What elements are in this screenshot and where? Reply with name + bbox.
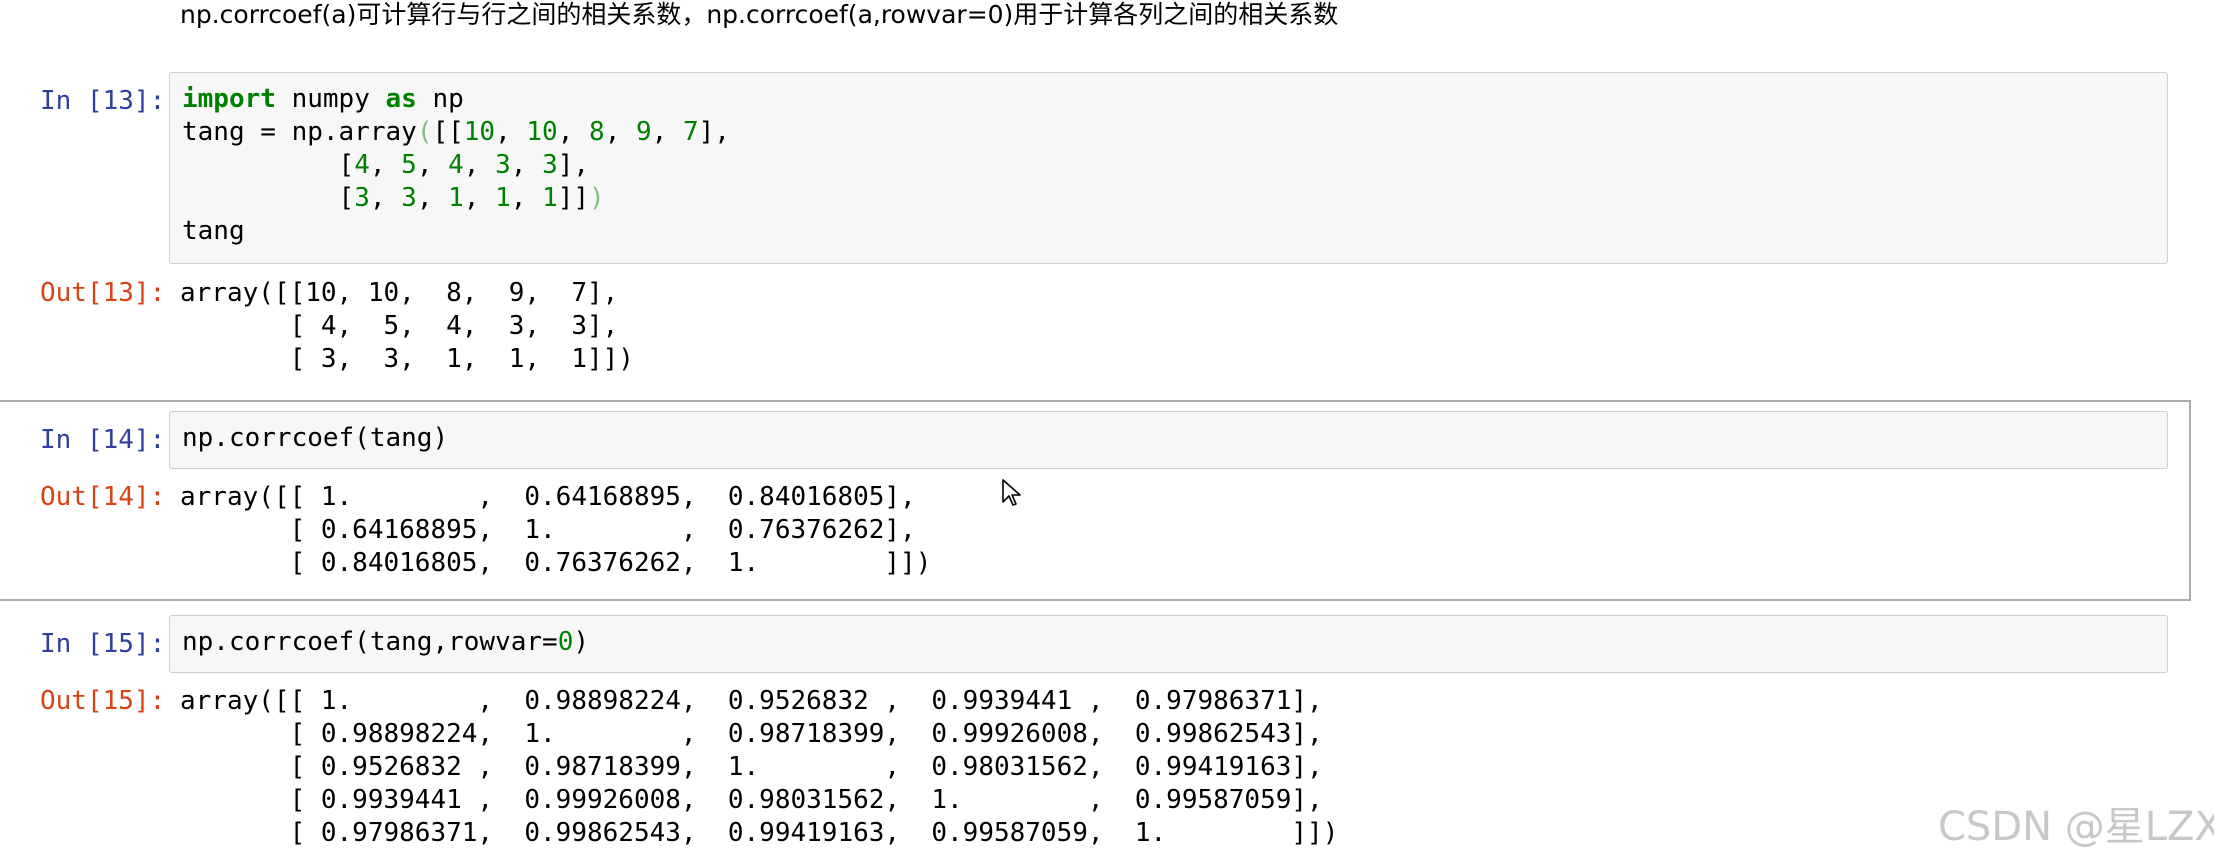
code-number: 1	[542, 183, 558, 213]
cell-15-input[interactable]: np.corrcoef(tang,rowvar=0)	[169, 615, 2168, 673]
cell-13-in-prompt: In [13]:	[40, 86, 166, 116]
output-line: array([[ 1. , 0.64168895, 0.84016805],	[180, 482, 916, 512]
code-number: 9	[636, 117, 652, 147]
code-number: 1	[448, 183, 464, 213]
code-text: tang = np.array	[182, 117, 417, 147]
code-number: 0	[557, 627, 574, 657]
cell-14-in-prompt: In [14]:	[40, 425, 166, 455]
code-paren: (	[416, 117, 433, 147]
watermark: CSDN @星LZX	[1938, 804, 2214, 850]
code-bracket: [[	[432, 117, 464, 147]
code-text: np	[416, 84, 464, 114]
code-text: numpy	[275, 84, 386, 114]
code-number: 3	[401, 183, 417, 213]
code-number: 5	[401, 150, 417, 180]
cell-13-out-prompt: Out[13]:	[40, 278, 166, 308]
output-line: [ 4, 5, 4, 3, 3],	[180, 311, 619, 341]
code-text: tang	[182, 216, 245, 246]
code-text: )	[573, 627, 589, 657]
output-line: [ 0.9526832 , 0.98718399, 1. , 0.9803156…	[180, 752, 1323, 782]
code-number: 8	[589, 117, 605, 147]
cell-15-in-prompt: In [15]:	[40, 629, 166, 659]
code-number: 10	[526, 117, 558, 147]
cell-14-code: np.corrcoef(tang)	[182, 423, 449, 453]
output-line: [ 0.98898224, 1. , 0.98718399, 0.9992600…	[180, 719, 1323, 749]
mouse-pointer-icon	[1002, 479, 1021, 506]
code-number: 3	[542, 150, 558, 180]
code-number: 4	[354, 150, 370, 180]
cell-15-code: np.corrcoef(tang,rowvar=0)	[182, 626, 589, 659]
cell-13-code: import numpy as np tang = np.array([[10,…	[182, 84, 730, 246]
code-paren: )	[589, 183, 605, 213]
output-line: [ 0.9939441 , 0.99926008, 0.98031562, 1.…	[180, 785, 1323, 815]
code-keyword-import: import	[182, 84, 276, 114]
output-line: [ 0.97986371, 0.99862543, 0.99419163, 0.…	[180, 818, 1339, 848]
code-number: 1	[495, 183, 511, 213]
code-text: np.corrcoef(tang,rowvar=	[182, 627, 558, 657]
output-line: [ 3, 3, 1, 1, 1]])	[180, 344, 634, 374]
cell-14-output: array([[ 1. , 0.64168895, 0.84016805], […	[180, 481, 931, 580]
code-number: 4	[448, 150, 464, 180]
markdown-text: np.corrcoef(a)可计算行与行之间的相关系数，np.corrcoef(…	[180, 0, 1339, 29]
cell-14-out-prompt: Out[14]:	[40, 482, 166, 512]
cell-14-input[interactable]: np.corrcoef(tang)	[169, 411, 2168, 469]
code-number: 7	[682, 117, 699, 147]
cell-13-output: array([[10, 10, 8, 9, 7], [ 4, 5, 4, 3, …	[180, 277, 634, 376]
output-line: [ 0.64168895, 1. , 0.76376262],	[180, 515, 916, 545]
output-line: [ 0.84016805, 0.76376262, 1. ]])	[180, 548, 932, 578]
cell-15-out-prompt: Out[15]:	[40, 686, 166, 716]
output-line: array([[10, 10, 8, 9, 7],	[180, 278, 619, 308]
cell-15-output: array([[ 1. , 0.98898224, 0.9526832 , 0.…	[180, 685, 1338, 850]
code-keyword-as: as	[385, 84, 417, 114]
cell-13-input[interactable]: import numpy as np tang = np.array([[10,…	[169, 72, 2168, 264]
code-number: 10	[463, 117, 496, 147]
code-number: 3	[354, 183, 370, 213]
code-number: 3	[495, 150, 511, 180]
output-line: array([[ 1. , 0.98898224, 0.9526832 , 0.…	[180, 686, 1323, 716]
